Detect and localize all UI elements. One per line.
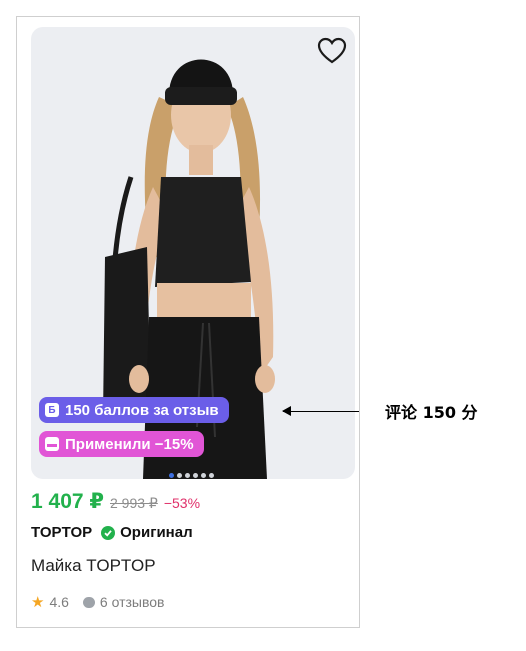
b-coin-icon: Б [45, 403, 59, 417]
pagination-dot[interactable] [209, 473, 214, 478]
comment-icon [82, 596, 95, 608]
pagination-dot[interactable] [185, 473, 190, 478]
rating-value: 4.6 [49, 594, 69, 610]
pagination-dot[interactable] [177, 473, 182, 478]
brand-name[interactable]: TOPTOP [31, 524, 92, 541]
applied-discount-text: Применили −15% [65, 435, 194, 453]
favorite-button[interactable] [317, 37, 347, 65]
price-row: 1 407 ₽ 2 993 ₽ −53% [31, 489, 200, 514]
original-label: Оригинал [120, 524, 193, 541]
annotation-callout: 评论 150 分 [282, 399, 478, 423]
card-icon: ▬ [45, 437, 59, 451]
pagination-dot-active[interactable] [169, 473, 174, 478]
discount-percent: −53% [163, 495, 201, 511]
arrow-icon [282, 405, 359, 416]
product-title[interactable]: Майка TOPTOP [31, 556, 156, 576]
check-circle-icon [101, 525, 116, 540]
image-pagination[interactable] [169, 473, 214, 478]
review-bonus-badge: Б 150 баллов за отзыв [39, 397, 229, 423]
rating-row[interactable]: ★ 4.6 6 отзывов [31, 593, 164, 611]
product-card[interactable]: Б 150 баллов за отзыв ▬ Применили −15% 1… [16, 16, 360, 628]
star-icon: ★ [31, 594, 45, 611]
annotation-text: 评论 150 分 [385, 403, 478, 422]
applied-discount-badge: ▬ Применили −15% [39, 431, 204, 457]
current-price: 1 407 ₽ [31, 490, 104, 513]
old-price: 2 993 ₽ [110, 495, 158, 511]
pagination-dot[interactable] [193, 473, 198, 478]
pagination-dot[interactable] [201, 473, 206, 478]
reviews-count: 6 отзывов [99, 594, 165, 610]
review-bonus-text: 150 баллов за отзыв [65, 401, 219, 419]
brand-row: TOPTOP Оригинал [31, 524, 193, 541]
heart-icon[interactable] [317, 37, 347, 65]
